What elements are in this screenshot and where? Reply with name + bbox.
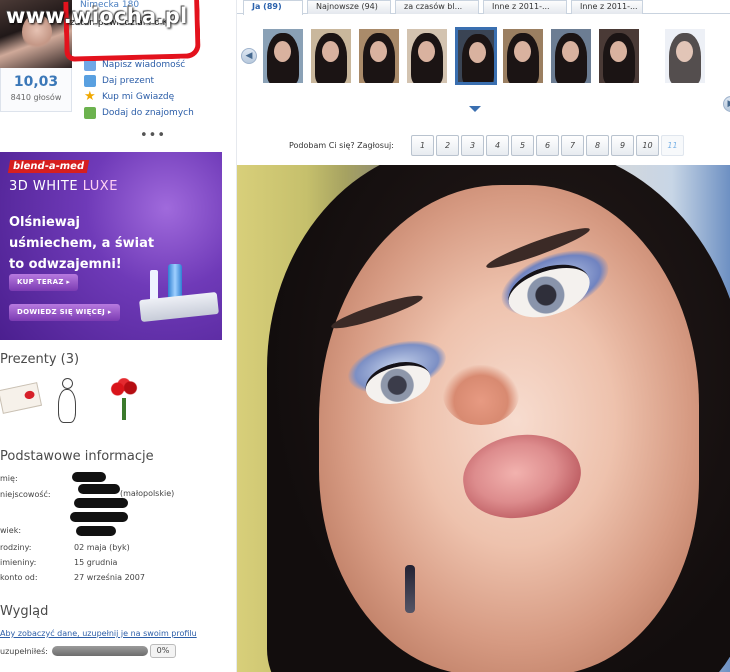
vote-button-3[interactable]: 3 <box>461 135 484 156</box>
gift-envelope-icon[interactable] <box>0 382 43 414</box>
next-photos-arrow[interactable]: ▶ <box>723 96 730 112</box>
gift-figurine-icon[interactable] <box>52 376 82 424</box>
gifts-list <box>0 376 160 424</box>
gift-roses-icon[interactable] <box>104 378 144 422</box>
thumbnail[interactable] <box>263 29 303 83</box>
appearance-title: Wygląd <box>0 604 49 619</box>
thumbnail[interactable] <box>407 29 447 83</box>
vote-button-6[interactable]: 6 <box>536 135 559 156</box>
album-tabs: Ja (89) Najnowsze (94) za czasów bl... I… <box>237 0 730 15</box>
ad-brand-logo: blend-a-med <box>7 160 90 173</box>
info-region: (małopolskie) <box>120 489 175 498</box>
info-value: 02 maja (byk) <box>74 543 130 552</box>
vote-button-5[interactable]: 5 <box>511 135 534 156</box>
previous-photos-arrow[interactable]: ◀ <box>241 48 257 64</box>
info-value: 15 grudnia <box>74 558 118 567</box>
give-gift-label: Daj prezent <box>102 75 155 86</box>
add-friend-button[interactable]: Dodaj do znajomych <box>84 105 194 120</box>
star-icon: ★ <box>84 88 96 104</box>
send-message-label: Napisz wiadomość <box>102 59 186 70</box>
rating-votes: 8410 głosów <box>10 93 62 102</box>
selected-thumbnail-pointer <box>469 106 481 112</box>
complete-profile-link[interactable]: Aby zobaczyć dane, uzupełnij je na swoim… <box>0 629 197 638</box>
ad-learn-more-button[interactable]: DOWIEDZ SIĘ WIĘCEJ ▸ <box>9 304 120 321</box>
ad-headline: Olśniewaj uśmiechem, a świat to odwzajem… <box>9 215 155 272</box>
censor-scribble <box>68 470 132 538</box>
info-key: mię: <box>0 474 18 483</box>
profile-sidebar: www.wiocha.pl Nimecka 180 zatan powiedzi… <box>0 0 236 672</box>
rating-value: 10,03 <box>13 74 59 90</box>
vote-button-10[interactable]: 10 <box>636 135 659 156</box>
completion-label: uzupełniłeś: <box>0 647 48 656</box>
tab-album-bl[interactable]: za czasów bl... <box>395 0 479 14</box>
give-gift-button[interactable]: Daj prezent <box>84 73 194 88</box>
completion-progress-bar <box>52 646 148 656</box>
gift-icon <box>84 74 96 87</box>
info-key: niejscowość: <box>0 490 51 499</box>
ad-product-image <box>139 264 219 330</box>
gifts-title: Prezenty (3) <box>0 352 80 367</box>
tab-other-2011-a[interactable]: Inne z 2011-... <box>483 0 567 14</box>
site-watermark: www.wiocha.pl <box>6 4 188 28</box>
vote-row: Podobam Ci się? Zagłosuj: 1 2 3 4 5 6 7 … <box>237 135 730 157</box>
info-key: wiek: <box>0 526 22 535</box>
thumbnail[interactable] <box>599 29 639 83</box>
thumbnail-strip: ◀ <box>237 22 730 112</box>
main-photo[interactable] <box>237 165 730 672</box>
rating-box: 10,03 8410 głosów <box>0 68 72 112</box>
tab-other-2011-b[interactable]: Inne z 2011-... <box>571 0 643 14</box>
info-key: konto od: <box>0 573 38 582</box>
thumbnail[interactable] <box>503 29 543 83</box>
buy-star-button[interactable]: ★ Kup mi Gwiazdę <box>84 89 194 104</box>
completion-percent: 0% <box>150 644 176 658</box>
info-value: 27 września 2007 <box>74 573 145 582</box>
info-key: imieniny: <box>0 558 37 567</box>
advertisement-banner[interactable]: blend-a-med 3D WHITE LUXE Olśniewaj uśmi… <box>0 152 222 340</box>
vote-button-7[interactable]: 7 <box>561 135 584 156</box>
thumbnail-faded[interactable] <box>665 29 705 83</box>
tab-me[interactable]: Ja (89) <box>243 0 303 15</box>
vote-button-9[interactable]: 9 <box>611 135 634 156</box>
add-friend-label: Dodaj do znajomych <box>102 107 194 118</box>
thumbnail[interactable] <box>551 29 591 83</box>
ad-product-line: 3D WHITE LUXE <box>9 179 118 194</box>
ad-line-prefix: 3D <box>9 179 29 194</box>
buy-star-label: Kup mi Gwiazdę <box>102 91 175 102</box>
basic-info-title: Podstawowe informacje <box>0 449 154 464</box>
thumbnail[interactable] <box>311 29 351 83</box>
thumbnail[interactable] <box>359 29 399 83</box>
ad-buy-now-button[interactable]: KUP TERAZ ▸ <box>9 274 79 291</box>
ad-line-main: WHITE <box>32 179 79 194</box>
profile-actions: Napisz wiadomość Daj prezent ★ Kup mi Gw… <box>84 57 194 121</box>
thumbnail-selected[interactable] <box>455 27 497 85</box>
vote-button-4[interactable]: 4 <box>486 135 509 156</box>
vote-button-1[interactable]: 1 <box>411 135 434 156</box>
ad-line-suffix: LUXE <box>82 179 118 194</box>
more-actions-button[interactable]: ••• <box>140 128 166 143</box>
vote-button-8[interactable]: 8 <box>586 135 609 156</box>
vote-button-2[interactable]: 2 <box>436 135 459 156</box>
info-key: rodziny: <box>0 543 32 552</box>
add-friends-icon <box>84 106 96 119</box>
photo-gallery: Ja (89) Najnowsze (94) za czasów bl... I… <box>236 0 730 672</box>
tab-newest[interactable]: Najnowsze (94) <box>307 0 391 14</box>
vote-button-11[interactable]: 11 <box>661 135 684 156</box>
vote-label: Podobam Ci się? Zagłosuj: <box>289 141 394 150</box>
